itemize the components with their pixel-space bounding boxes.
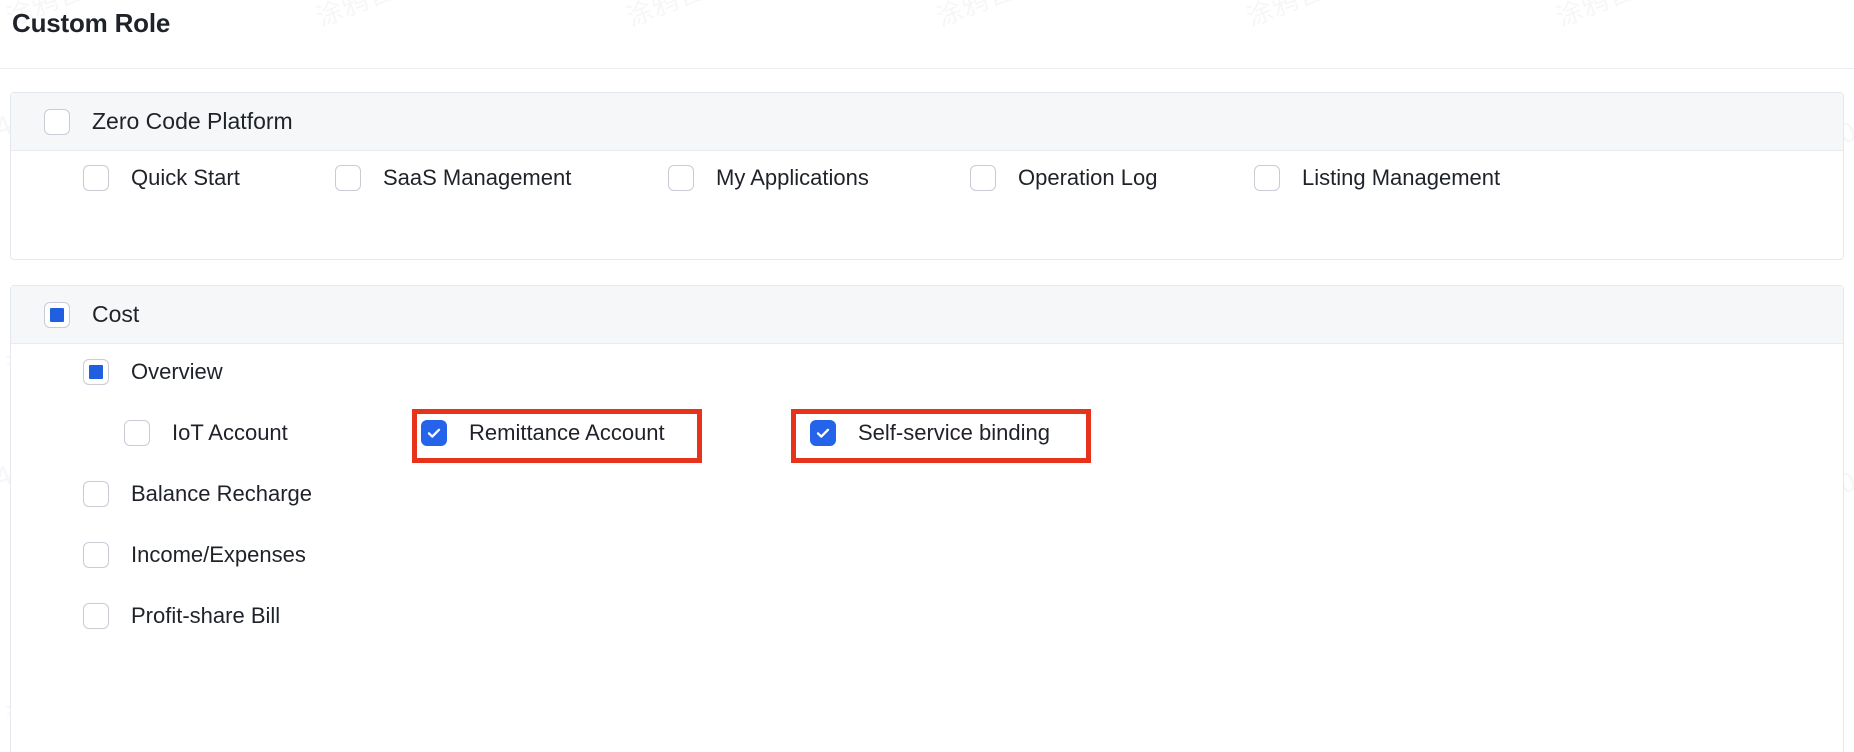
tree-item-profit-share-bill[interactable]: Profit-share Bill (83, 603, 280, 629)
option-my-applications[interactable]: My Applications (668, 165, 869, 191)
option-label-saas-management: SaaS Management (383, 165, 572, 190)
permission-card-cost: Cost Overview IoT Account Remittance Acc… (10, 285, 1844, 752)
checkbox-iot-account[interactable] (124, 420, 150, 446)
title-divider (0, 68, 1854, 69)
checkbox-listing-management[interactable] (1254, 165, 1280, 191)
option-label-listing-management: Listing Management (1302, 165, 1501, 190)
option-operation-log[interactable]: Operation Log (970, 165, 1157, 191)
option-label-quick-start: Quick Start (131, 165, 240, 190)
option-row-zero-code-platform: Quick Start SaaS Management My Applicati… (11, 151, 1843, 261)
tree-label-profit-share-bill: Profit-share Bill (131, 603, 281, 628)
checkbox-zero-code-platform[interactable] (44, 108, 70, 135)
tree-label-self-service-binding: Self-service binding (858, 420, 1050, 445)
watermark-text: 涂鸦智能-1204 (620, 0, 809, 34)
tree-group-overview[interactable]: Overview (83, 359, 223, 385)
checkbox-remittance-account[interactable] (421, 420, 447, 446)
option-quick-start[interactable]: Quick Start (83, 165, 240, 191)
watermark-text: 涂鸦智能-1204 (1550, 0, 1739, 34)
option-saas-management[interactable]: SaaS Management (335, 165, 571, 191)
section-title-zero-code-platform: Zero Code Platform (92, 108, 293, 134)
tree-item-remittance-account[interactable]: Remittance Account (421, 420, 665, 446)
checkbox-profit-share-bill[interactable] (83, 603, 109, 629)
tree-item-income-expenses[interactable]: Income/Expenses (83, 542, 306, 568)
tree-item-self-service-binding[interactable]: Self-service binding (810, 420, 1050, 446)
checkbox-balance-recharge[interactable] (83, 481, 109, 507)
option-listing-management[interactable]: Listing Management (1254, 165, 1500, 191)
tree-label-iot-account: IoT Account (172, 420, 288, 445)
watermark-text: 涂鸦智能-1204 (310, 0, 499, 34)
section-header-cost[interactable]: Cost (11, 286, 1843, 344)
tree-item-iot-account[interactable]: IoT Account (124, 420, 288, 446)
checkbox-self-service-binding[interactable] (810, 420, 836, 446)
option-label-operation-log: Operation Log (1018, 165, 1158, 190)
tree-label-income-expenses: Income/Expenses (131, 542, 306, 567)
cost-tree: Overview IoT Account Remittance Account (11, 344, 1843, 752)
tree-label-remittance-account: Remittance Account (469, 420, 665, 445)
tree-label-balance-recharge: Balance Recharge (131, 481, 313, 506)
section-header-zero-code-platform[interactable]: Zero Code Platform (11, 93, 1843, 151)
permission-card-zero-code-platform: Zero Code Platform Quick Start SaaS Mana… (10, 92, 1844, 260)
checkbox-cost[interactable] (44, 301, 70, 328)
section-title-cost: Cost (92, 301, 140, 327)
tree-label-overview: Overview (131, 359, 223, 384)
option-label-my-applications: My Applications (716, 165, 869, 190)
page-title: Custom Role (12, 8, 171, 38)
checkbox-overview[interactable] (83, 359, 109, 385)
watermark-text: 涂鸦智能-1204 (1240, 0, 1429, 34)
watermark-text: 涂鸦智能-1204 (930, 0, 1119, 34)
custom-role-page: 涂鸦智能-1204 涂鸦智能-1204 涂鸦智能-1204 涂鸦智能-1204 涂鸦智能… (0, 0, 1854, 752)
checkbox-my-applications[interactable] (668, 165, 694, 191)
checkbox-operation-log[interactable] (970, 165, 996, 191)
tree-item-balance-recharge[interactable]: Balance Recharge (83, 481, 312, 507)
checkbox-quick-start[interactable] (83, 165, 109, 191)
checkbox-income-expenses[interactable] (83, 542, 109, 568)
checkbox-saas-management[interactable] (335, 165, 361, 191)
